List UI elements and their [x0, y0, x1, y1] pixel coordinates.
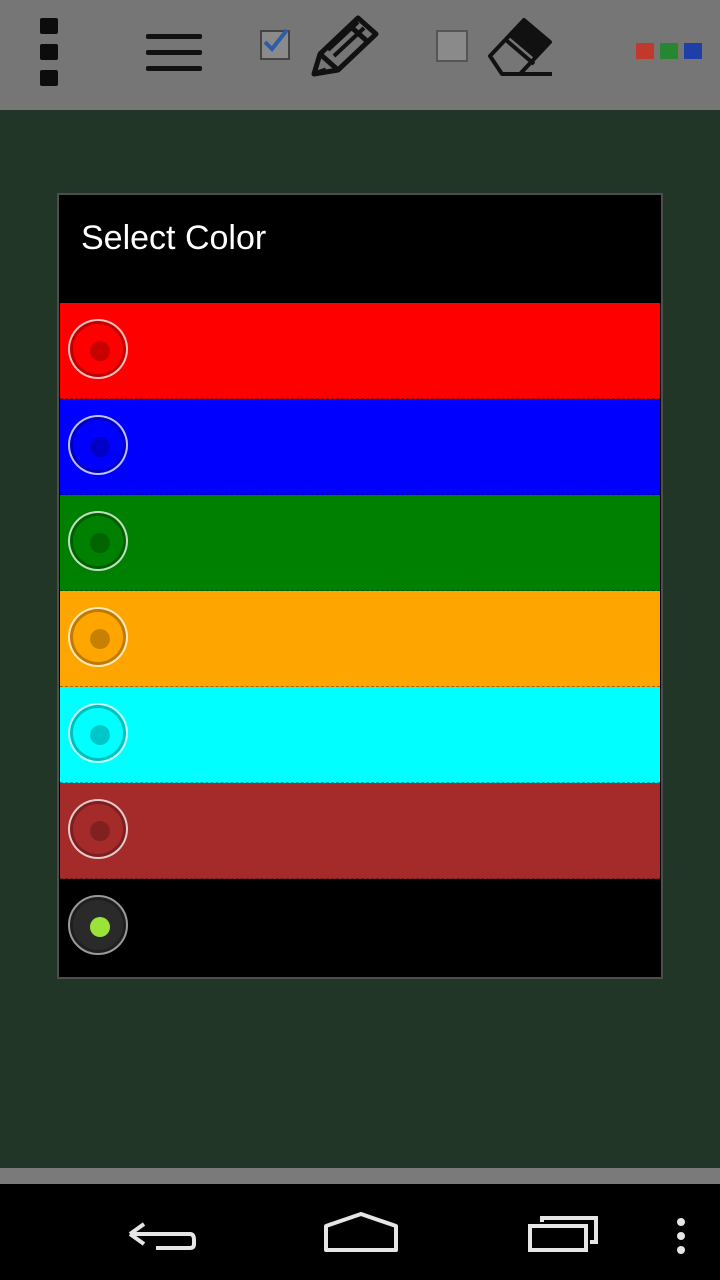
- radio-dot: [90, 341, 110, 361]
- checkmark-icon: [263, 28, 289, 53]
- radio-dot: [90, 821, 110, 841]
- radio-button[interactable]: [68, 607, 128, 667]
- dialog-title: Select Color: [81, 219, 267, 257]
- radio-button[interactable]: [68, 799, 128, 859]
- blue-swatch: [684, 43, 702, 59]
- radio-button[interactable]: [68, 415, 128, 475]
- overflow-vertical-icon[interactable]: [38, 18, 60, 86]
- home-icon[interactable]: [316, 1194, 406, 1264]
- recents-icon[interactable]: [520, 1194, 610, 1264]
- hamburger-icon[interactable]: [146, 34, 202, 74]
- color-option-black[interactable]: [60, 879, 660, 975]
- back-icon[interactable]: [116, 1194, 206, 1264]
- color-option-brown[interactable]: [60, 783, 660, 879]
- radio-dot: [90, 725, 110, 745]
- radio-dot: [90, 533, 110, 553]
- radio-dot: [90, 917, 110, 937]
- select-color-dialog: Select Color: [57, 193, 663, 979]
- pencil-checkbox[interactable]: [260, 28, 290, 60]
- bottom-toolbar-strip: [0, 1168, 720, 1184]
- color-option-green[interactable]: [60, 495, 660, 591]
- radio-dot: [90, 437, 110, 457]
- red-swatch: [636, 43, 654, 59]
- radio-dot: [90, 629, 110, 649]
- color-option-red[interactable]: [60, 303, 660, 399]
- system-navigation-bar: [0, 1184, 720, 1280]
- radio-button[interactable]: [68, 703, 128, 763]
- radio-button[interactable]: [68, 319, 128, 379]
- color-option-blue[interactable]: [60, 399, 660, 495]
- color-option-cyan[interactable]: [60, 687, 660, 783]
- pencil-icon[interactable]: [306, 12, 382, 82]
- radio-button[interactable]: [68, 895, 128, 955]
- radio-button[interactable]: [68, 511, 128, 571]
- top-toolbar: [0, 0, 720, 110]
- eraser-checkbox[interactable]: [436, 30, 468, 62]
- overflow-menu-icon[interactable]: [676, 1218, 686, 1258]
- eraser-icon[interactable]: [484, 12, 556, 80]
- green-swatch: [660, 43, 678, 59]
- color-option-orange[interactable]: [60, 591, 660, 687]
